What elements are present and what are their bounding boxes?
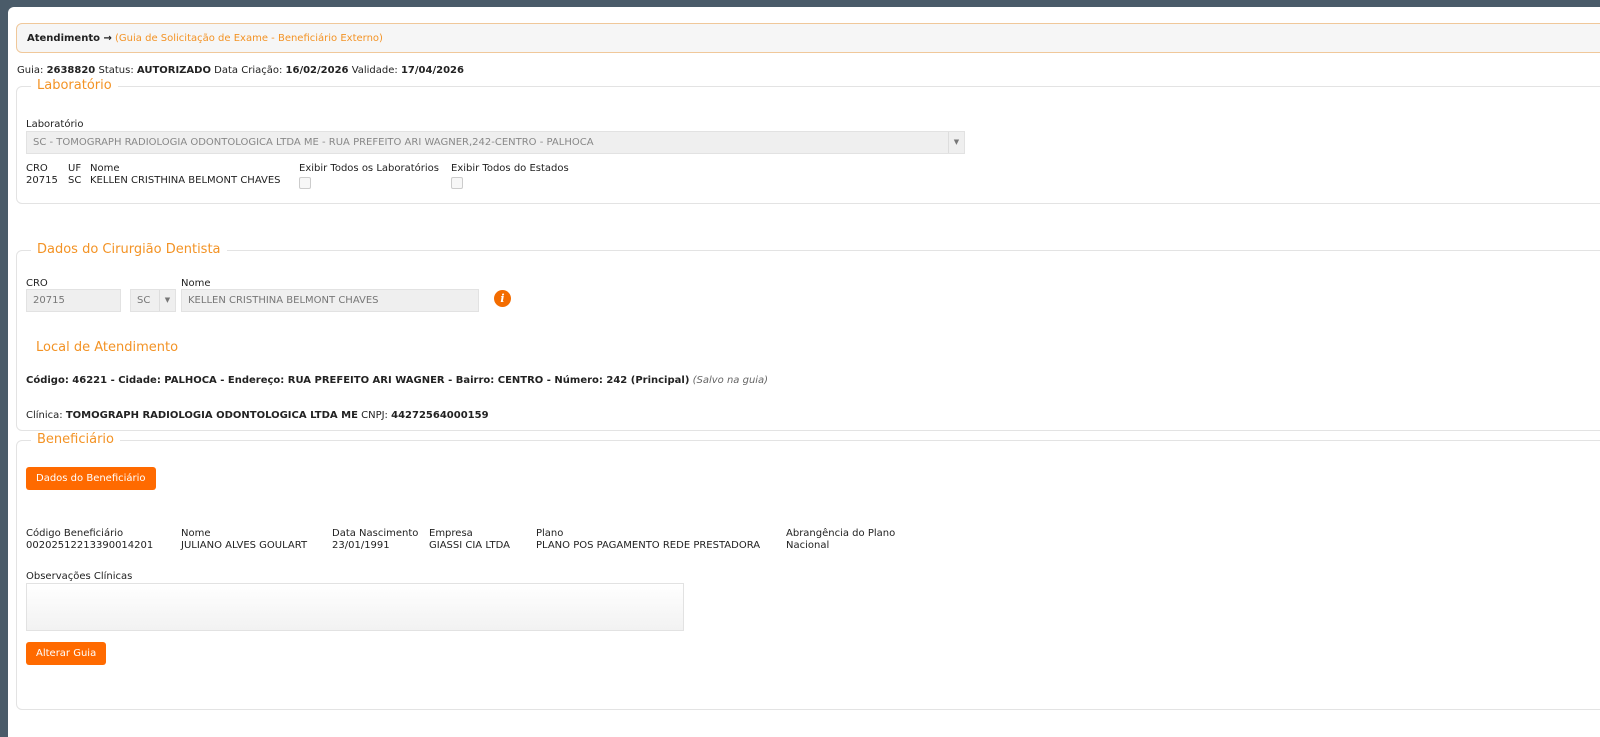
criacao-value: 16/02/2026 [285, 65, 349, 76]
laboratorio-legend: Laboratório [31, 78, 118, 93]
validade-value: 17/04/2026 [400, 65, 464, 76]
dentista-nome-label: Nome [181, 278, 211, 289]
empresa-label: Empresa [429, 528, 473, 539]
beneficiario-nome-value: JULIANO ALVES GOULART [181, 540, 308, 551]
dentista-uf-select[interactable]: SC ▼ [130, 289, 176, 312]
clinica-info: Clínica: TOMOGRAPH RADIOLOGIA ODONTOLOGI… [26, 410, 489, 421]
beneficiario-legend: Beneficiário [31, 432, 120, 447]
lab-nome-label: Nome [90, 163, 120, 174]
info-icon[interactable]: i [494, 290, 511, 307]
show-all-labs-label: Exibir Todos os Laboratórios [299, 163, 439, 174]
laboratorio-section: Laboratório Laboratório SC - TOMOGRAPH R… [16, 78, 1600, 204]
breadcrumb-current: (Guia de Solicitação de Exame - Benefici… [115, 33, 383, 44]
clinica-value: TOMOGRAPH RADIOLOGIA ODONTOLOGICA LTDA M… [65, 410, 358, 421]
plano-label: Plano [536, 528, 564, 539]
lab-uf-value: SC [68, 175, 82, 186]
beneficiario-section: Beneficiário Dados do Beneficiário Códig… [16, 432, 1600, 710]
breadcrumb-root: Atendimento → [27, 33, 112, 44]
empresa-value: GIASSI CIA LTDA [429, 540, 510, 551]
local-atendimento-note: (Salvo na guia) [692, 375, 769, 386]
plano-value: PLANO POS PAGAMENTO REDE PRESTADORA [536, 540, 761, 551]
local-atendimento-info: Código: 46221 - Cidade: PALHOCA - Endere… [26, 375, 768, 386]
show-all-labs-checkbox[interactable] [299, 177, 311, 189]
lab-nome-value: KELLEN CRISTHINA BELMONT CHAVES [90, 175, 281, 186]
dentista-nome-input[interactable]: KELLEN CRISTHINA BELMONT CHAVES [181, 289, 479, 312]
guia-label: Guia: [17, 65, 44, 76]
guia-summary: Guia: 2638820 Status: AUTORIZADO Data Cr… [17, 65, 464, 76]
dentista-section: Dados do Cirurgião Dentista CRO 20715 SC… [16, 242, 1600, 431]
laboratorio-select-value: SC - TOMOGRAPH RADIOLOGIA ODONTOLOGICA L… [33, 137, 594, 148]
guia-number: 2638820 [46, 65, 96, 76]
cnpj-label: CNPJ: [361, 410, 388, 421]
abrangencia-value: Nacional [786, 540, 830, 551]
page: Atendimento → (Guia de Solicitação de Ex… [8, 7, 1600, 737]
observacoes-label: Observações Clínicas [26, 571, 133, 582]
cnpj-value: 44272564000159 [391, 410, 489, 421]
dentista-cro-label: CRO [26, 278, 48, 289]
local-atendimento-text: Código: 46221 - Cidade: PALHOCA - Endere… [26, 375, 690, 386]
clinica-label: Clínica: [26, 410, 63, 421]
criacao-label: Data Criação: [214, 65, 283, 76]
abrangencia-label: Abrangência do Plano [786, 528, 896, 539]
chevron-down-icon[interactable]: ▼ [159, 290, 175, 311]
data-nascimento-label: Data Nascimento [332, 528, 419, 539]
local-atendimento-title: Local de Atendimento [36, 340, 179, 355]
lab-uf-label: UF [68, 163, 82, 174]
codigo-beneficiario-label: Código Beneficiário [26, 528, 124, 539]
show-all-states-checkbox[interactable] [451, 177, 463, 189]
data-nascimento-value: 23/01/1991 [332, 540, 390, 551]
laboratorio-select-label: Laboratório [26, 119, 84, 130]
show-all-states-label: Exibir Todos do Estados [451, 163, 569, 174]
beneficiario-nome-label: Nome [181, 528, 211, 539]
dentista-cro-input[interactable]: 20715 [26, 289, 121, 312]
observacoes-textarea[interactable] [26, 583, 684, 631]
validade-label: Validade: [351, 65, 398, 76]
dentista-uf-value: SC [137, 295, 151, 306]
codigo-beneficiario-value: 00202512213390014201 [26, 540, 154, 551]
status-value: AUTORIZADO [136, 65, 211, 76]
lab-cro-label: CRO [26, 163, 48, 174]
dentista-legend: Dados do Cirurgião Dentista [31, 242, 227, 257]
dados-beneficiario-button[interactable]: Dados do Beneficiário [26, 467, 156, 490]
alterar-guia-button[interactable]: Alterar Guia [26, 642, 107, 665]
breadcrumb: Atendimento → (Guia de Solicitação de Ex… [16, 23, 1600, 53]
status-label: Status: [98, 65, 134, 76]
laboratorio-select[interactable]: SC - TOMOGRAPH RADIOLOGIA ODONTOLOGICA L… [26, 131, 965, 154]
chevron-down-icon[interactable]: ▼ [948, 132, 964, 153]
lab-cro-value: 20715 [26, 175, 58, 186]
